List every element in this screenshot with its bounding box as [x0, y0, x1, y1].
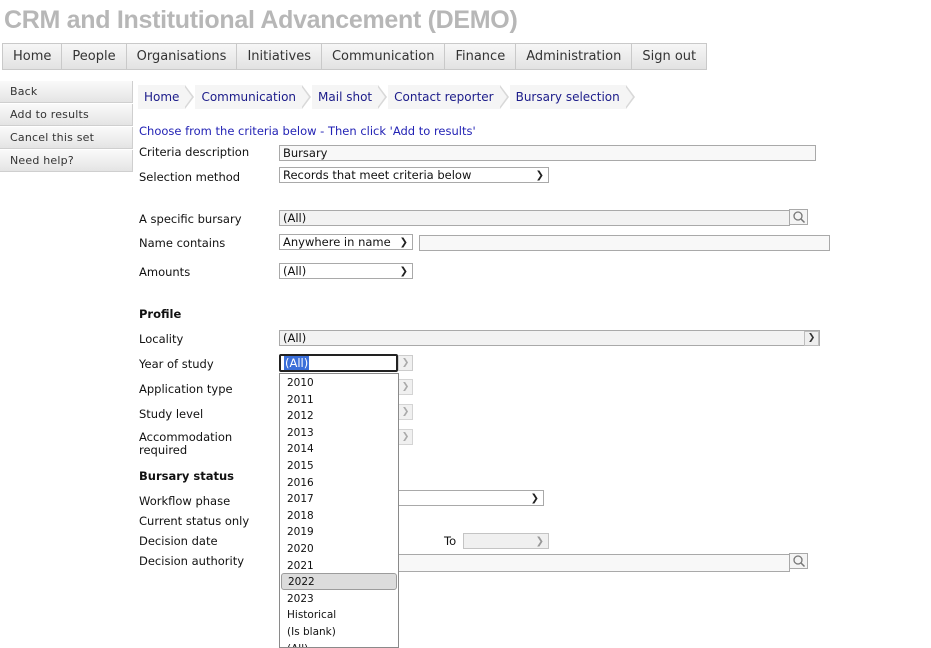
chevron-down-icon: ❯: [535, 536, 544, 547]
year-option-2017[interactable]: 2017: [280, 490, 398, 507]
workflow-phase-label: Workflow phase: [139, 494, 231, 508]
study-level-label: Study level: [139, 407, 204, 421]
year-option-2013[interactable]: 2013: [280, 424, 398, 441]
accommodation-required-label: Accommodation required: [139, 431, 232, 457]
locality-label: Locality: [139, 332, 184, 346]
name-match-mode-value: Anywhere in name: [283, 235, 391, 249]
breadcrumb-mail-shot[interactable]: Mail shot: [312, 85, 388, 109]
amounts-label: Amounts: [139, 265, 191, 279]
chevron-down-icon: ❯: [804, 331, 819, 346]
locality-select[interactable]: (All): [279, 330, 820, 346]
accommodation-label-line1: Accommodation: [139, 430, 233, 444]
year-option-2020[interactable]: 2020: [280, 540, 398, 557]
year-of-study-value: (All): [284, 356, 310, 370]
chevron-down-icon: ❯: [530, 493, 539, 504]
breadcrumb-communication[interactable]: Communication: [195, 85, 311, 109]
chevron-down-icon: ❯: [398, 429, 413, 445]
nav-sign-out[interactable]: Sign out: [632, 44, 706, 69]
add-to-results-button[interactable]: Add to results: [0, 104, 133, 126]
selection-method-label: Selection method: [139, 170, 241, 184]
bursary-lookup-button[interactable]: [789, 209, 808, 225]
need-help-button[interactable]: Need help?: [0, 150, 133, 172]
breadcrumb-bursary-selection[interactable]: Bursary selection: [509, 85, 635, 109]
top-navigation: Home People Organisations Initiatives Co…: [2, 43, 708, 70]
decision-authority-label: Decision authority: [139, 554, 245, 568]
search-icon: [793, 555, 806, 568]
year-option-2010[interactable]: 2010: [280, 374, 398, 391]
cancel-this-set-button[interactable]: Cancel this set: [0, 127, 133, 149]
chevron-down-icon: ❯: [398, 404, 413, 420]
selection-method-value: Records that meet criteria below: [283, 168, 472, 182]
search-icon: [793, 211, 806, 224]
name-contains-label: Name contains: [139, 236, 226, 250]
year-option-2011[interactable]: 2011: [280, 391, 398, 408]
name-match-mode-select[interactable]: Anywhere in name ❯: [279, 234, 413, 250]
profile-heading: Profile: [139, 307, 182, 321]
decision-authority-lookup-button[interactable]: [789, 553, 808, 569]
year-option-2019[interactable]: 2019: [280, 523, 398, 540]
decision-date-to-label: To: [444, 534, 457, 548]
selection-method-select[interactable]: Records that meet criteria below ❯: [279, 167, 549, 183]
current-status-only-label: Current status only: [139, 514, 250, 528]
chevron-down-icon: ❯: [398, 379, 413, 395]
year-option-2014[interactable]: 2014: [280, 440, 398, 457]
nav-communication[interactable]: Communication: [322, 44, 446, 69]
year-option-2022[interactable]: 2022: [281, 573, 397, 590]
side-menu: Back Add to results Cancel this set Need…: [0, 81, 133, 173]
year-option-2015[interactable]: 2015: [280, 457, 398, 474]
year-option-2016[interactable]: 2016: [280, 474, 398, 491]
nav-home[interactable]: Home: [3, 44, 63, 69]
chevron-down-icon: ❯: [535, 170, 544, 181]
nav-administration[interactable]: Administration: [516, 44, 633, 69]
year-option-historical[interactable]: Historical: [280, 606, 398, 623]
specific-bursary-label: A specific bursary: [139, 212, 242, 226]
year-of-study-label: Year of study: [139, 357, 214, 371]
chevron-down-icon: ❯: [399, 237, 408, 248]
year-option-2023[interactable]: 2023: [280, 590, 398, 607]
breadcrumb-home[interactable]: Home: [138, 85, 195, 109]
bursary-status-heading: Bursary status: [139, 469, 235, 483]
criteria-description-input[interactable]: Bursary: [279, 145, 816, 161]
decision-date-to-select[interactable]: ❯: [463, 533, 549, 549]
back-button[interactable]: Back: [0, 81, 133, 103]
name-contains-input[interactable]: [419, 235, 830, 251]
criteria-description-label: Criteria description: [139, 145, 250, 159]
nav-initiatives[interactable]: Initiatives: [237, 44, 322, 69]
locality-value: (All): [283, 331, 307, 345]
instruction-text: Choose from the criteria below - Then cl…: [139, 124, 476, 138]
breadcrumb: Home Communication Mail shot Contact rep…: [138, 85, 636, 109]
decision-date-label: Decision date: [139, 534, 218, 548]
year-of-study-dropdown-list: 2010 2011 2012 2013 2014 2015 2016 2017 …: [279, 373, 399, 648]
application-type-label: Application type: [139, 382, 233, 396]
chevron-down-icon: ❯: [399, 266, 408, 277]
amounts-value: (All): [283, 264, 307, 278]
specific-bursary-input[interactable]: (All): [279, 210, 790, 226]
year-option-all[interactable]: (All): [280, 640, 398, 648]
nav-organisations[interactable]: Organisations: [127, 44, 238, 69]
app-title: CRM and Institutional Advancement (DEMO): [4, 6, 518, 34]
nav-finance[interactable]: Finance: [445, 44, 517, 69]
year-option-is-blank[interactable]: (Is blank): [280, 623, 398, 640]
year-option-2021[interactable]: 2021: [280, 557, 398, 574]
year-option-2012[interactable]: 2012: [280, 407, 398, 424]
amounts-select[interactable]: (All) ❯: [279, 263, 413, 279]
accommodation-label-line2: required: [139, 443, 188, 457]
nav-people[interactable]: People: [62, 44, 127, 69]
breadcrumb-contact-reporter[interactable]: Contact reporter: [388, 85, 510, 109]
year-of-study-select[interactable]: (All): [279, 354, 398, 372]
chevron-down-icon: ❯: [398, 355, 413, 371]
year-option-2018[interactable]: 2018: [280, 507, 398, 524]
